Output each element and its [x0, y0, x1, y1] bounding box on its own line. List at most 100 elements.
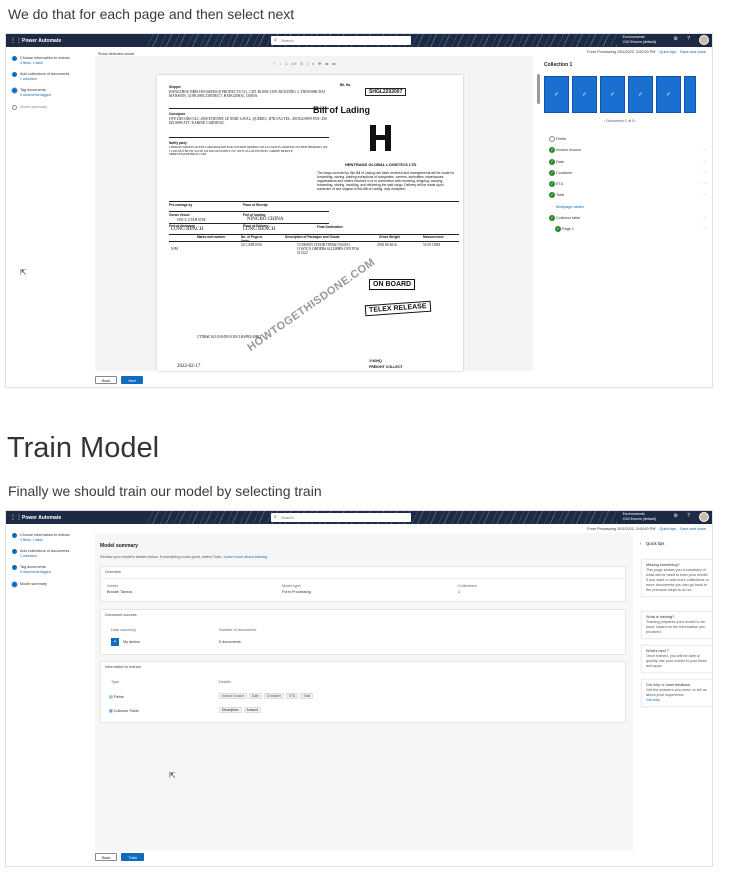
field-item[interactable]: ✓ Invoice Invoice ⋯	[546, 147, 712, 158]
save-close-link[interactable]: Save and close	[680, 527, 706, 531]
fields-chips: Invoice Invoice Date Container ETA Total	[219, 693, 315, 699]
table-item[interactable]: ✓ Collector table ⋯	[546, 215, 712, 226]
step-choose-information[interactable]: Choose information to extract 3 fields, …	[6, 56, 91, 65]
gross-weight-value[interactable]: 2955.80 KGS	[377, 243, 399, 247]
wizard-steps: Choose information to extract 3 fields, …	[6, 533, 91, 593]
help-icon[interactable]: ?	[687, 36, 690, 42]
notify-value[interactable]: LONDON WHOLESALERS CORPORATION FOR OUTSI…	[169, 145, 329, 157]
container-size[interactable]: 1*40HQ	[369, 359, 382, 363]
tip-card: Missing something? This page shows you a…	[641, 559, 712, 597]
more-icon[interactable]: ⋯	[702, 181, 706, 187]
save-close-link[interactable]: Save and close	[680, 50, 706, 54]
marks-value[interactable]: N/M	[171, 247, 178, 251]
loading-value[interactable]: NINGBO CHINA	[247, 217, 284, 222]
waffle-icon[interactable]: ⋮⋮	[10, 37, 22, 44]
tip-body: Once trained, you will be able to quickl…	[646, 654, 707, 668]
train-button[interactable]: Train	[121, 853, 144, 861]
bl-no-value[interactable]: SHGL2202007	[365, 88, 407, 97]
next-button[interactable]: Next	[121, 376, 144, 384]
more-icon[interactable]: ⋯	[702, 226, 706, 232]
field-item[interactable]: ✓ ETA ⋯	[546, 181, 712, 192]
step-current-icon	[12, 88, 17, 94]
help-icon[interactable]: ?	[687, 513, 690, 519]
bill-of-lading-page[interactable]: Shipper HANGZHOU BRIS HOUSEHOLD PRODUCTS…	[157, 75, 463, 371]
learn-more-link[interactable]: Learn more about training	[224, 555, 267, 559]
gear-icon[interactable]: ⚙	[674, 36, 678, 42]
search-box[interactable]: ⌕ Search	[271, 513, 411, 522]
gear-icon[interactable]: ⚙	[674, 513, 678, 519]
freight-terms[interactable]: FREIGHT COLLECT	[369, 365, 403, 369]
step-choose-information[interactable]: Choose information to extract 3 fields, …	[6, 533, 91, 542]
document-date[interactable]: 2022-02-17	[177, 364, 200, 369]
summary-description: Review your model's details below. If ev…	[100, 555, 267, 559]
table-label: Collector table	[556, 216, 581, 221]
vessel-value[interactable]: OOCL UTAH 055E	[177, 218, 206, 222]
pkgs-value[interactable]: 52 CARTONS	[241, 243, 265, 247]
app-name[interactable]: Power Automate	[22, 38, 61, 44]
quick-tips-link[interactable]: Quick tips	[659, 50, 676, 54]
terms-text: The cargo covered by this Bill of Lading…	[317, 171, 455, 191]
description-value[interactable]: CUSHION CHAIR ITEM# 1502251 COSTCO ORDER…	[297, 243, 361, 256]
more-icon[interactable]: ⋯	[702, 192, 706, 198]
avatar[interactable]	[699, 35, 709, 45]
field-label: Invoice Invoice	[556, 148, 582, 153]
more-icon[interactable]: ⋯	[702, 147, 706, 153]
measurement-value[interactable]: 50.59 CBM	[423, 243, 445, 247]
document-viewer: Show detected words ↑ ↓ 1 of 5 | ⌕ ⊕ ▭ ▭…	[95, 52, 533, 371]
mouse-pointer-icon: ⇱	[20, 268, 27, 277]
field-item[interactable]: ✓ Total ⋯	[546, 192, 712, 203]
avatar[interactable]	[699, 512, 709, 522]
get-help-link[interactable]: Get help	[646, 698, 709, 703]
back-button[interactable]: Back	[95, 376, 118, 384]
delivery-value[interactable]: LONG BEACH	[243, 227, 275, 232]
step-add-collections[interactable]: Add collections of documents 1 collectio…	[6, 72, 91, 81]
overview-header: Overview	[105, 570, 121, 574]
environment-picker[interactable]: Environments CWI Eworm (default)	[623, 512, 656, 522]
document-thumbnail[interactable]: ✓	[600, 76, 625, 113]
step-model-summary[interactable]: Model summary	[6, 581, 91, 587]
document-thumbnail[interactable]: ✓	[572, 76, 597, 113]
consignee-value[interactable]: OVE DECORS ULC 2900 ETIENNE LE NOIR LAVA…	[169, 117, 329, 125]
field-item[interactable]: ✓ Container ⋯	[546, 169, 712, 181]
check-icon: ✓	[638, 92, 644, 98]
caption-train-step: Finally we should train our model by sel…	[8, 483, 322, 499]
marks-header: Marks and number	[197, 235, 226, 239]
form-processing-label: Form Processing 1/01/2022, 3:00:00 PM	[587, 49, 656, 54]
step-add-collections[interactable]: Add collections of documents 1 collectio…	[6, 549, 91, 558]
quick-tips-link[interactable]: Quick tips	[659, 527, 676, 531]
document-thumbnail[interactable]: ✓	[628, 76, 653, 113]
wizard-footer: Back Train	[95, 853, 144, 861]
fields-icon	[549, 136, 555, 142]
document-pager[interactable]: ‹ Document 1 of 5 ›	[604, 119, 637, 123]
collection-title: Collection 1	[544, 62, 573, 68]
document-thumbnail[interactable]	[684, 76, 696, 113]
more-icon[interactable]: ⋯	[702, 159, 706, 165]
app-name[interactable]: Power Automate	[22, 515, 61, 521]
quick-tips-header[interactable]: › Quick tips	[640, 541, 664, 546]
step-model-summary[interactable]: Model summary	[6, 104, 91, 110]
more-icon[interactable]: ⋯	[702, 215, 706, 221]
document-thumbnail[interactable]: ✓	[656, 76, 681, 113]
table-page-item[interactable]: ✓ Page 1 ⋯	[546, 226, 712, 237]
step-tag-documents[interactable]: Tag documents 5 documents tagged	[6, 88, 91, 97]
show-detected-words-toggle[interactable]: Show detected words	[98, 52, 134, 56]
document-thumbnail[interactable]: ✓	[544, 76, 569, 113]
field-item[interactable]: ✓ Date ⋯	[546, 158, 712, 170]
step-tag-documents[interactable]: Tag documents 5 documents tagged	[6, 565, 91, 574]
table-type: Collector Table	[113, 709, 139, 713]
shipper-value[interactable]: HANGZHOU BRIS HOUSEHOLD PRODUCTS CO., LT…	[169, 90, 329, 98]
page-toolbar[interactable]: ↑ ↓ 1 of 5 | ⌕ ⊕ ▭ ▭	[273, 61, 337, 66]
multipage-tables-link[interactable]: Multipage tables	[546, 204, 712, 215]
environment-picker[interactable]: Environments CWI Eworm (default)	[623, 35, 656, 45]
search-box[interactable]: ⌕ Search	[271, 36, 411, 45]
screenshot-model-summary: ⋮⋮ Power Automate ⌕ Search Environments …	[5, 510, 713, 867]
waffle-icon[interactable]: ⋮⋮	[10, 514, 22, 521]
bl-no-label: B/L No.	[340, 83, 352, 87]
more-icon[interactable]: ⋯	[702, 170, 706, 176]
check-icon: ✓	[549, 158, 555, 165]
container-value[interactable]: CTNR#CSLU6194591/OOCLKSP82/40HQ	[197, 335, 261, 339]
field-label: Date	[556, 159, 565, 164]
discharge-value[interactable]: LONG BEACH	[171, 227, 203, 232]
back-button[interactable]: Back	[95, 853, 118, 861]
viewer-scrollbar[interactable]	[537, 74, 540, 104]
